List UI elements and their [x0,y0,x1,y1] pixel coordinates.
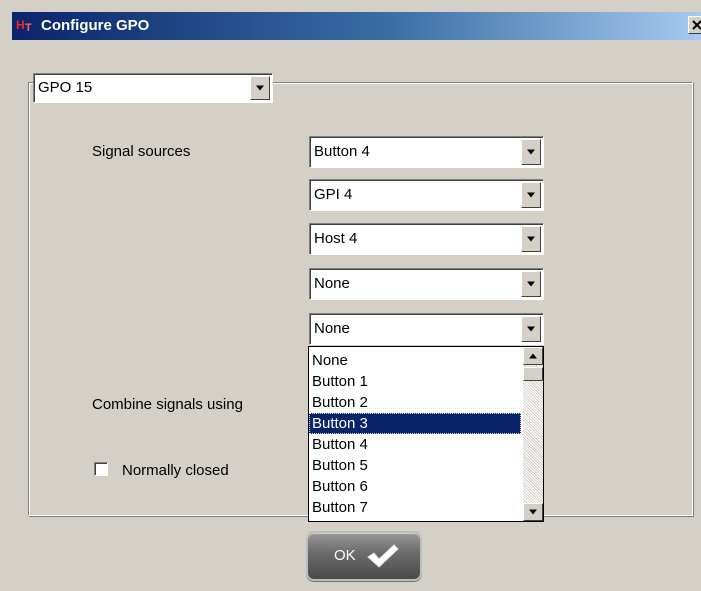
signal-sources-label: Signal sources [92,143,191,160]
close-button[interactable] [688,16,701,34]
dropdown-option-button-7[interactable]: Button 7 [309,497,521,518]
ok-button[interactable]: OK [306,531,422,581]
signal-source-value-5: None [314,320,350,337]
gpo-select-arrow-button[interactable] [250,76,270,100]
chevron-down-icon [527,149,535,155]
ht-logo-icon: H T [16,18,32,33]
dropdown-option-button-6[interactable]: Button 6 [309,476,521,497]
signal-source-arrow-button-3[interactable] [521,226,541,252]
configure-gpo-dialog: H T Configure GPO GPO 15 Signal sources … [0,0,701,591]
normally-closed-checkbox[interactable] [94,462,108,476]
signal-source-arrow-button-4[interactable] [521,271,541,297]
dropdown-option-button-5[interactable]: Button 5 [309,455,521,476]
signal-source-dropdown-list[interactable]: None Button 1 Button 2 Button 3 Button 4… [308,346,544,522]
chevron-up-icon [529,353,537,359]
dropdown-scrollbar[interactable] [523,347,543,521]
svg-text:T: T [25,22,32,33]
svg-text:H: H [16,18,25,32]
signal-source-arrow-button-2[interactable] [521,182,541,208]
signal-source-select-2[interactable]: GPI 4 [309,179,544,211]
dropdown-option-none[interactable]: None [309,350,521,371]
window-title: Configure GPO [41,17,150,34]
scroll-thumb[interactable] [523,367,543,381]
signal-source-value-1: Button 4 [314,143,370,160]
signal-source-select-4[interactable]: None [309,268,544,300]
chevron-down-icon [527,326,535,332]
title-bar[interactable]: H T Configure GPO [12,12,701,40]
scroll-up-button[interactable] [523,347,543,365]
signal-source-value-2: GPI 4 [314,186,353,203]
signal-source-select-5[interactable]: None [309,313,544,345]
dropdown-option-button-1[interactable]: Button 1 [309,371,521,392]
normally-closed-label[interactable]: Normally closed [122,462,229,479]
signal-source-select-3[interactable]: Host 4 [309,223,544,255]
signal-source-select-1[interactable]: Button 4 [309,136,544,168]
gpo-select-value: GPO 15 [38,79,93,96]
dropdown-option-button-3[interactable]: Button 3 [309,413,521,434]
signal-source-value-3: Host 4 [314,230,358,247]
ok-button-label: OK [334,547,356,564]
chevron-down-icon [256,85,264,91]
close-x-icon [692,20,701,30]
signal-source-value-4: None [314,275,350,292]
signal-source-arrow-button-5[interactable] [521,316,541,342]
dropdown-option-button-4[interactable]: Button 4 [309,434,521,455]
dropdown-options: None Button 1 Button 2 Button 3 Button 4… [309,350,521,518]
checkmark-icon [367,544,399,568]
dropdown-option-button-2[interactable]: Button 2 [309,392,521,413]
chevron-down-icon [527,236,535,242]
chevron-down-icon [529,509,537,515]
gpo-select[interactable]: GPO 15 [33,73,273,103]
combine-signals-label: Combine signals using [92,396,243,413]
chevron-down-icon [527,192,535,198]
signal-source-arrow-button-1[interactable] [521,139,541,165]
scroll-down-button[interactable] [523,503,543,521]
chevron-down-icon [527,281,535,287]
